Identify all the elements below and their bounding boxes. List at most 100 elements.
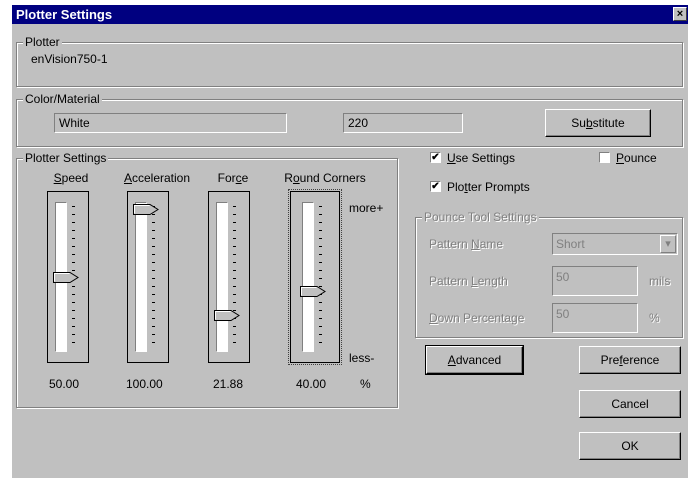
dp-b: own Percentage <box>437 311 525 325</box>
speed-label-c: peed <box>61 171 89 185</box>
plotter-prompts-box[interactable]: ✔ <box>430 181 441 192</box>
advanced-button[interactable]: Advanced <box>425 345 524 375</box>
slider-tick <box>319 246 322 247</box>
slider-thumb[interactable] <box>133 204 159 215</box>
slider-tick <box>233 302 236 303</box>
slider-tick <box>72 214 75 215</box>
acceleration-value: 100.00 <box>126 377 163 391</box>
slider-tick <box>319 334 322 335</box>
slider-tick <box>319 318 322 319</box>
slider-tick <box>319 222 322 223</box>
chevron-down-icon[interactable]: ▾ <box>660 235 676 253</box>
pn-b: N <box>471 237 480 251</box>
pp-label-c: ter Prompts <box>467 180 530 194</box>
slider-tick <box>152 294 155 295</box>
color-material-label: Color/Material <box>23 92 102 106</box>
accel-label-c: cceleration <box>131 171 191 185</box>
slider-tick <box>319 238 322 239</box>
slider-tick <box>72 326 75 327</box>
rc-label-a: R <box>284 171 293 185</box>
slider-tick <box>233 230 236 231</box>
slider-tick <box>233 222 236 223</box>
substitute-button[interactable]: Substitute <box>545 109 651 137</box>
pounce-tool-label: Pounce Tool Settings <box>422 210 539 224</box>
substitute-text-b: b <box>585 116 593 130</box>
adv-a: A <box>447 353 456 367</box>
rc-label-c: und Corners <box>299 171 366 185</box>
window-title: Plotter Settings <box>16 7 113 22</box>
slider-tick <box>233 294 236 295</box>
down-percentage-value: 50 <box>556 307 570 321</box>
slider-tick <box>72 238 75 239</box>
speed-slider[interactable] <box>47 191 89 363</box>
force-label-c: e <box>241 171 249 185</box>
slider-tick <box>152 270 155 271</box>
acceleration-slider[interactable] <box>127 191 169 363</box>
slider-tick <box>152 246 155 247</box>
slider-tick <box>233 286 236 287</box>
slider-tick <box>319 230 322 231</box>
slider-tick <box>72 342 75 343</box>
pattern-length-value: 50 <box>556 270 570 284</box>
slider-tick <box>319 262 322 263</box>
force-value: 21.88 <box>213 377 244 391</box>
cancel-button[interactable]: Cancel <box>579 390 681 418</box>
pattern-name-select[interactable]: Short ▾ <box>552 233 678 255</box>
material-number: 220 <box>348 116 369 130</box>
slider-track[interactable] <box>302 202 314 352</box>
check-icon: ✔ <box>431 181 440 192</box>
preference-button[interactable]: Preference <box>579 346 681 374</box>
slider-tick <box>72 334 75 335</box>
force-label-a: For <box>217 171 236 185</box>
pn-a: Pattern <box>429 237 472 251</box>
slider-tick <box>152 286 155 287</box>
slider-tick <box>152 310 155 311</box>
pounce-label: Pounce <box>616 151 657 165</box>
slider-thumb[interactable] <box>53 272 79 283</box>
slider-track[interactable] <box>135 202 147 352</box>
use-settings-box[interactable]: ✔ <box>430 152 441 163</box>
pounce-tool-group: Pounce Tool Settings Pattern Name Short … <box>415 210 683 338</box>
pattern-length-input[interactable]: 50 <box>552 266 638 296</box>
round-corners-slider[interactable] <box>288 189 342 365</box>
ok-button[interactable]: OK <box>579 432 681 460</box>
slider-tick <box>152 302 155 303</box>
slider-tick <box>152 334 155 335</box>
slider-tick <box>72 254 75 255</box>
slider-thumb[interactable] <box>214 310 240 322</box>
slider-tick <box>233 262 236 263</box>
more-label: more+ <box>349 201 384 215</box>
down-percentage-label: Down Percentage <box>429 311 524 325</box>
substitute-text-a: Su <box>571 116 586 130</box>
slider-track[interactable] <box>216 202 228 352</box>
accel-label-b: A <box>123 171 132 185</box>
force-label: Force <box>207 171 259 185</box>
force-slider[interactable] <box>208 191 250 363</box>
slider-tick <box>72 294 75 295</box>
close-button[interactable]: × <box>673 7 687 21</box>
slider-tick <box>319 254 322 255</box>
slider-tick <box>319 302 322 303</box>
slider-tick <box>152 254 155 255</box>
pattern-name-label: Pattern Name <box>429 237 503 251</box>
percent-label: % <box>649 311 660 325</box>
plotter-settings-dialog: Plotter Settings × Plotter enVision750-1… <box>11 5 688 478</box>
slider-tick <box>72 270 75 271</box>
title-bar[interactable]: Plotter Settings × <box>12 5 688 24</box>
slider-tick <box>319 214 322 215</box>
slider-tick <box>233 342 236 343</box>
mils-label: mils <box>649 274 671 288</box>
pl-b: L <box>471 274 478 288</box>
slider-tick <box>72 206 75 207</box>
plotter-prompts-label: Plotter Prompts <box>447 180 530 194</box>
speed-label-b: S <box>53 171 62 185</box>
slider-thumb[interactable] <box>300 285 326 297</box>
slider-tick <box>72 246 75 247</box>
pattern-name-value: Short <box>556 237 585 251</box>
slider-tick <box>233 238 236 239</box>
rc-label-b: o <box>292 171 300 185</box>
down-percentage-input[interactable]: 50 <box>552 303 638 333</box>
pounce-box[interactable] <box>599 152 610 163</box>
slider-tick <box>319 326 322 327</box>
slider-tick <box>72 262 75 263</box>
